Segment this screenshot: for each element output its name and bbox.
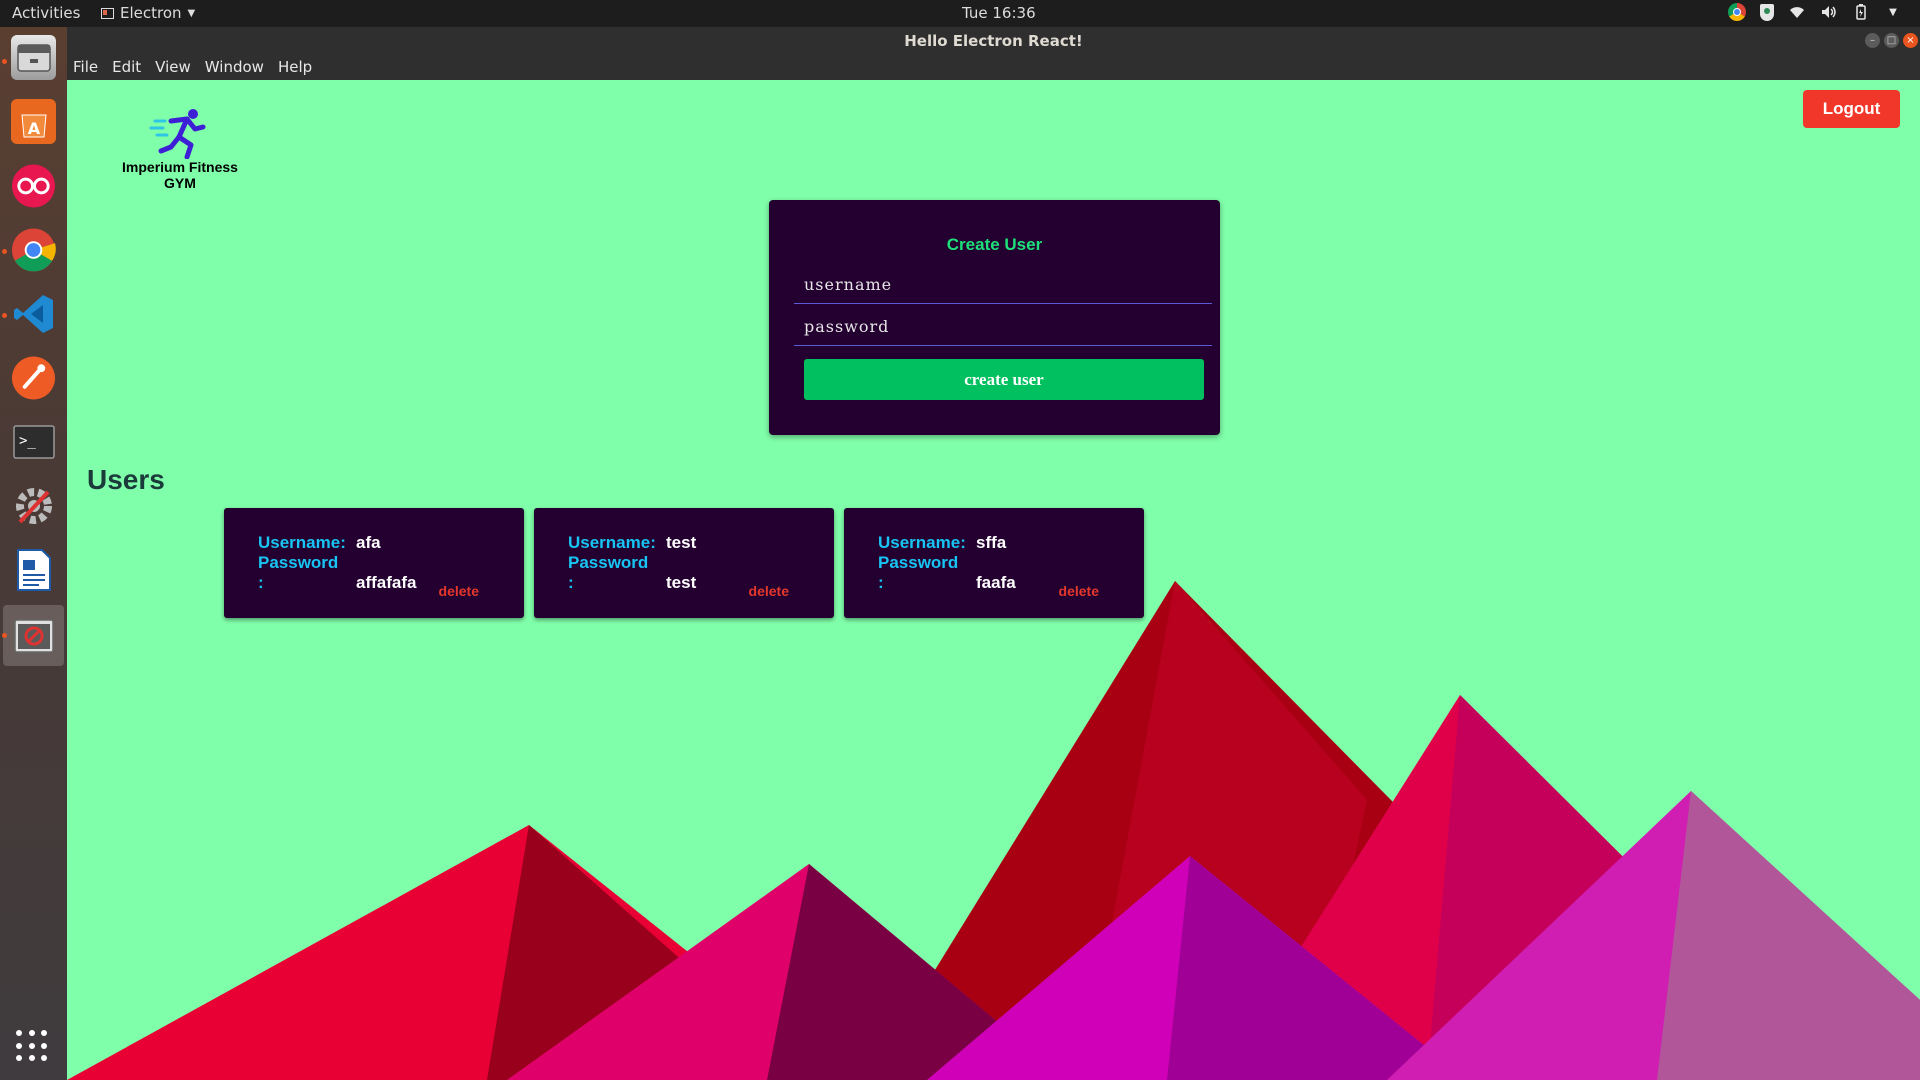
password-input[interactable] xyxy=(794,308,1212,346)
activities-button[interactable]: Activities xyxy=(12,4,80,22)
password-value: affafafa xyxy=(356,573,417,592)
menu-edit[interactable]: Edit xyxy=(112,54,141,80)
username-label: Username: xyxy=(878,533,966,552)
create-user-button[interactable]: create user xyxy=(804,359,1204,400)
password-label: Password : xyxy=(878,553,959,592)
software-center-icon[interactable]: A xyxy=(11,99,56,144)
username-input[interactable] xyxy=(794,266,1212,304)
flickr-icon[interactable] xyxy=(11,163,56,208)
password-label: Password : xyxy=(258,553,339,592)
system-menu-caret-icon[interactable]: ▼ xyxy=(1884,3,1902,21)
menu-file[interactable]: File xyxy=(73,54,98,80)
electron-app-icon[interactable] xyxy=(11,613,56,658)
password-row: Password : affafafa xyxy=(258,553,416,593)
menu-window[interactable]: Window xyxy=(205,54,264,80)
password-row: Password : test xyxy=(568,553,696,593)
svg-text:>_: >_ xyxy=(19,433,36,449)
password-label: Password : xyxy=(568,553,649,592)
show-applications-icon[interactable] xyxy=(16,1030,50,1064)
app-menu[interactable]: Electron ▼ xyxy=(101,4,195,22)
delete-user-button[interactable]: delete xyxy=(439,583,479,599)
running-indicator xyxy=(2,313,7,318)
username-label: Username: xyxy=(568,533,656,552)
username-row: Username: test xyxy=(568,533,696,553)
window-icon xyxy=(101,7,114,19)
username-row: Username: sffa xyxy=(878,533,1006,553)
chrome-tray-icon[interactable] xyxy=(1728,3,1746,21)
username-value: test xyxy=(666,533,697,552)
clock[interactable]: Tue 16:36 xyxy=(962,4,1036,22)
running-indicator xyxy=(2,59,7,64)
system-top-bar: Activities Electron ▼ Tue 16:36 ▼ xyxy=(0,0,1920,27)
shield-icon[interactable] xyxy=(1760,3,1774,21)
terminal-icon[interactable]: >_ xyxy=(11,419,56,464)
close-icon[interactable]: × xyxy=(1903,33,1918,48)
password-value: faafa xyxy=(976,573,1016,592)
menu-help[interactable]: Help xyxy=(278,54,312,80)
svg-text:A: A xyxy=(27,119,40,138)
create-user-panel: Create User create user xyxy=(769,200,1220,435)
runner-icon xyxy=(149,109,206,159)
username-label: Username: xyxy=(258,533,346,552)
delete-user-button[interactable]: delete xyxy=(749,583,789,599)
system-tools-icon[interactable] xyxy=(11,483,56,528)
logout-button[interactable]: Logout xyxy=(1803,90,1900,128)
users-heading: Users xyxy=(87,464,165,495)
running-indicator xyxy=(2,249,7,254)
menu-bar: File Edit View Window Help xyxy=(67,54,1920,80)
battery-icon[interactable] xyxy=(1852,3,1870,21)
volume-icon[interactable] xyxy=(1820,3,1838,21)
username-value: sffa xyxy=(976,533,1007,552)
running-indicator xyxy=(2,633,7,638)
system-tray: ▼ xyxy=(1728,3,1902,21)
user-card: Username: test Password : test delete xyxy=(534,508,834,618)
password-row: Password : faafa xyxy=(878,553,1016,593)
app-menu-label: Electron xyxy=(120,4,182,22)
dock: A >_ xyxy=(0,27,67,1080)
user-card: Username: afa Password : affafafa delete xyxy=(224,508,524,618)
username-row: Username: afa xyxy=(258,533,381,553)
chrome-icon[interactable] xyxy=(11,227,56,272)
app-content: Imperium Fitness GYM Logout Create User … xyxy=(67,80,1920,1080)
postman-icon[interactable] xyxy=(11,355,56,400)
window-title: Hello Electron React! xyxy=(904,32,1083,50)
minimize-icon[interactable]: – xyxy=(1865,33,1880,48)
window-title-bar: Hello Electron React! – □ × xyxy=(67,27,1920,54)
wifi-icon[interactable] xyxy=(1788,3,1806,21)
caret-down-icon: ▼ xyxy=(187,7,196,19)
brand-name: Imperium Fitness GYM xyxy=(122,159,238,191)
files-icon[interactable] xyxy=(11,35,56,80)
delete-user-button[interactable]: delete xyxy=(1059,583,1099,599)
create-user-title: Create User xyxy=(946,235,1043,254)
maximize-icon[interactable]: □ xyxy=(1884,33,1899,48)
vscode-icon[interactable] xyxy=(11,291,56,336)
brand-logo: Imperium Fitness GYM xyxy=(105,107,255,191)
user-card: Username: sffa Password : faafa delete xyxy=(844,508,1144,618)
menu-view[interactable]: View xyxy=(155,54,191,80)
writer-icon[interactable] xyxy=(11,547,56,592)
username-value: afa xyxy=(356,533,381,552)
password-value: test xyxy=(666,573,697,592)
